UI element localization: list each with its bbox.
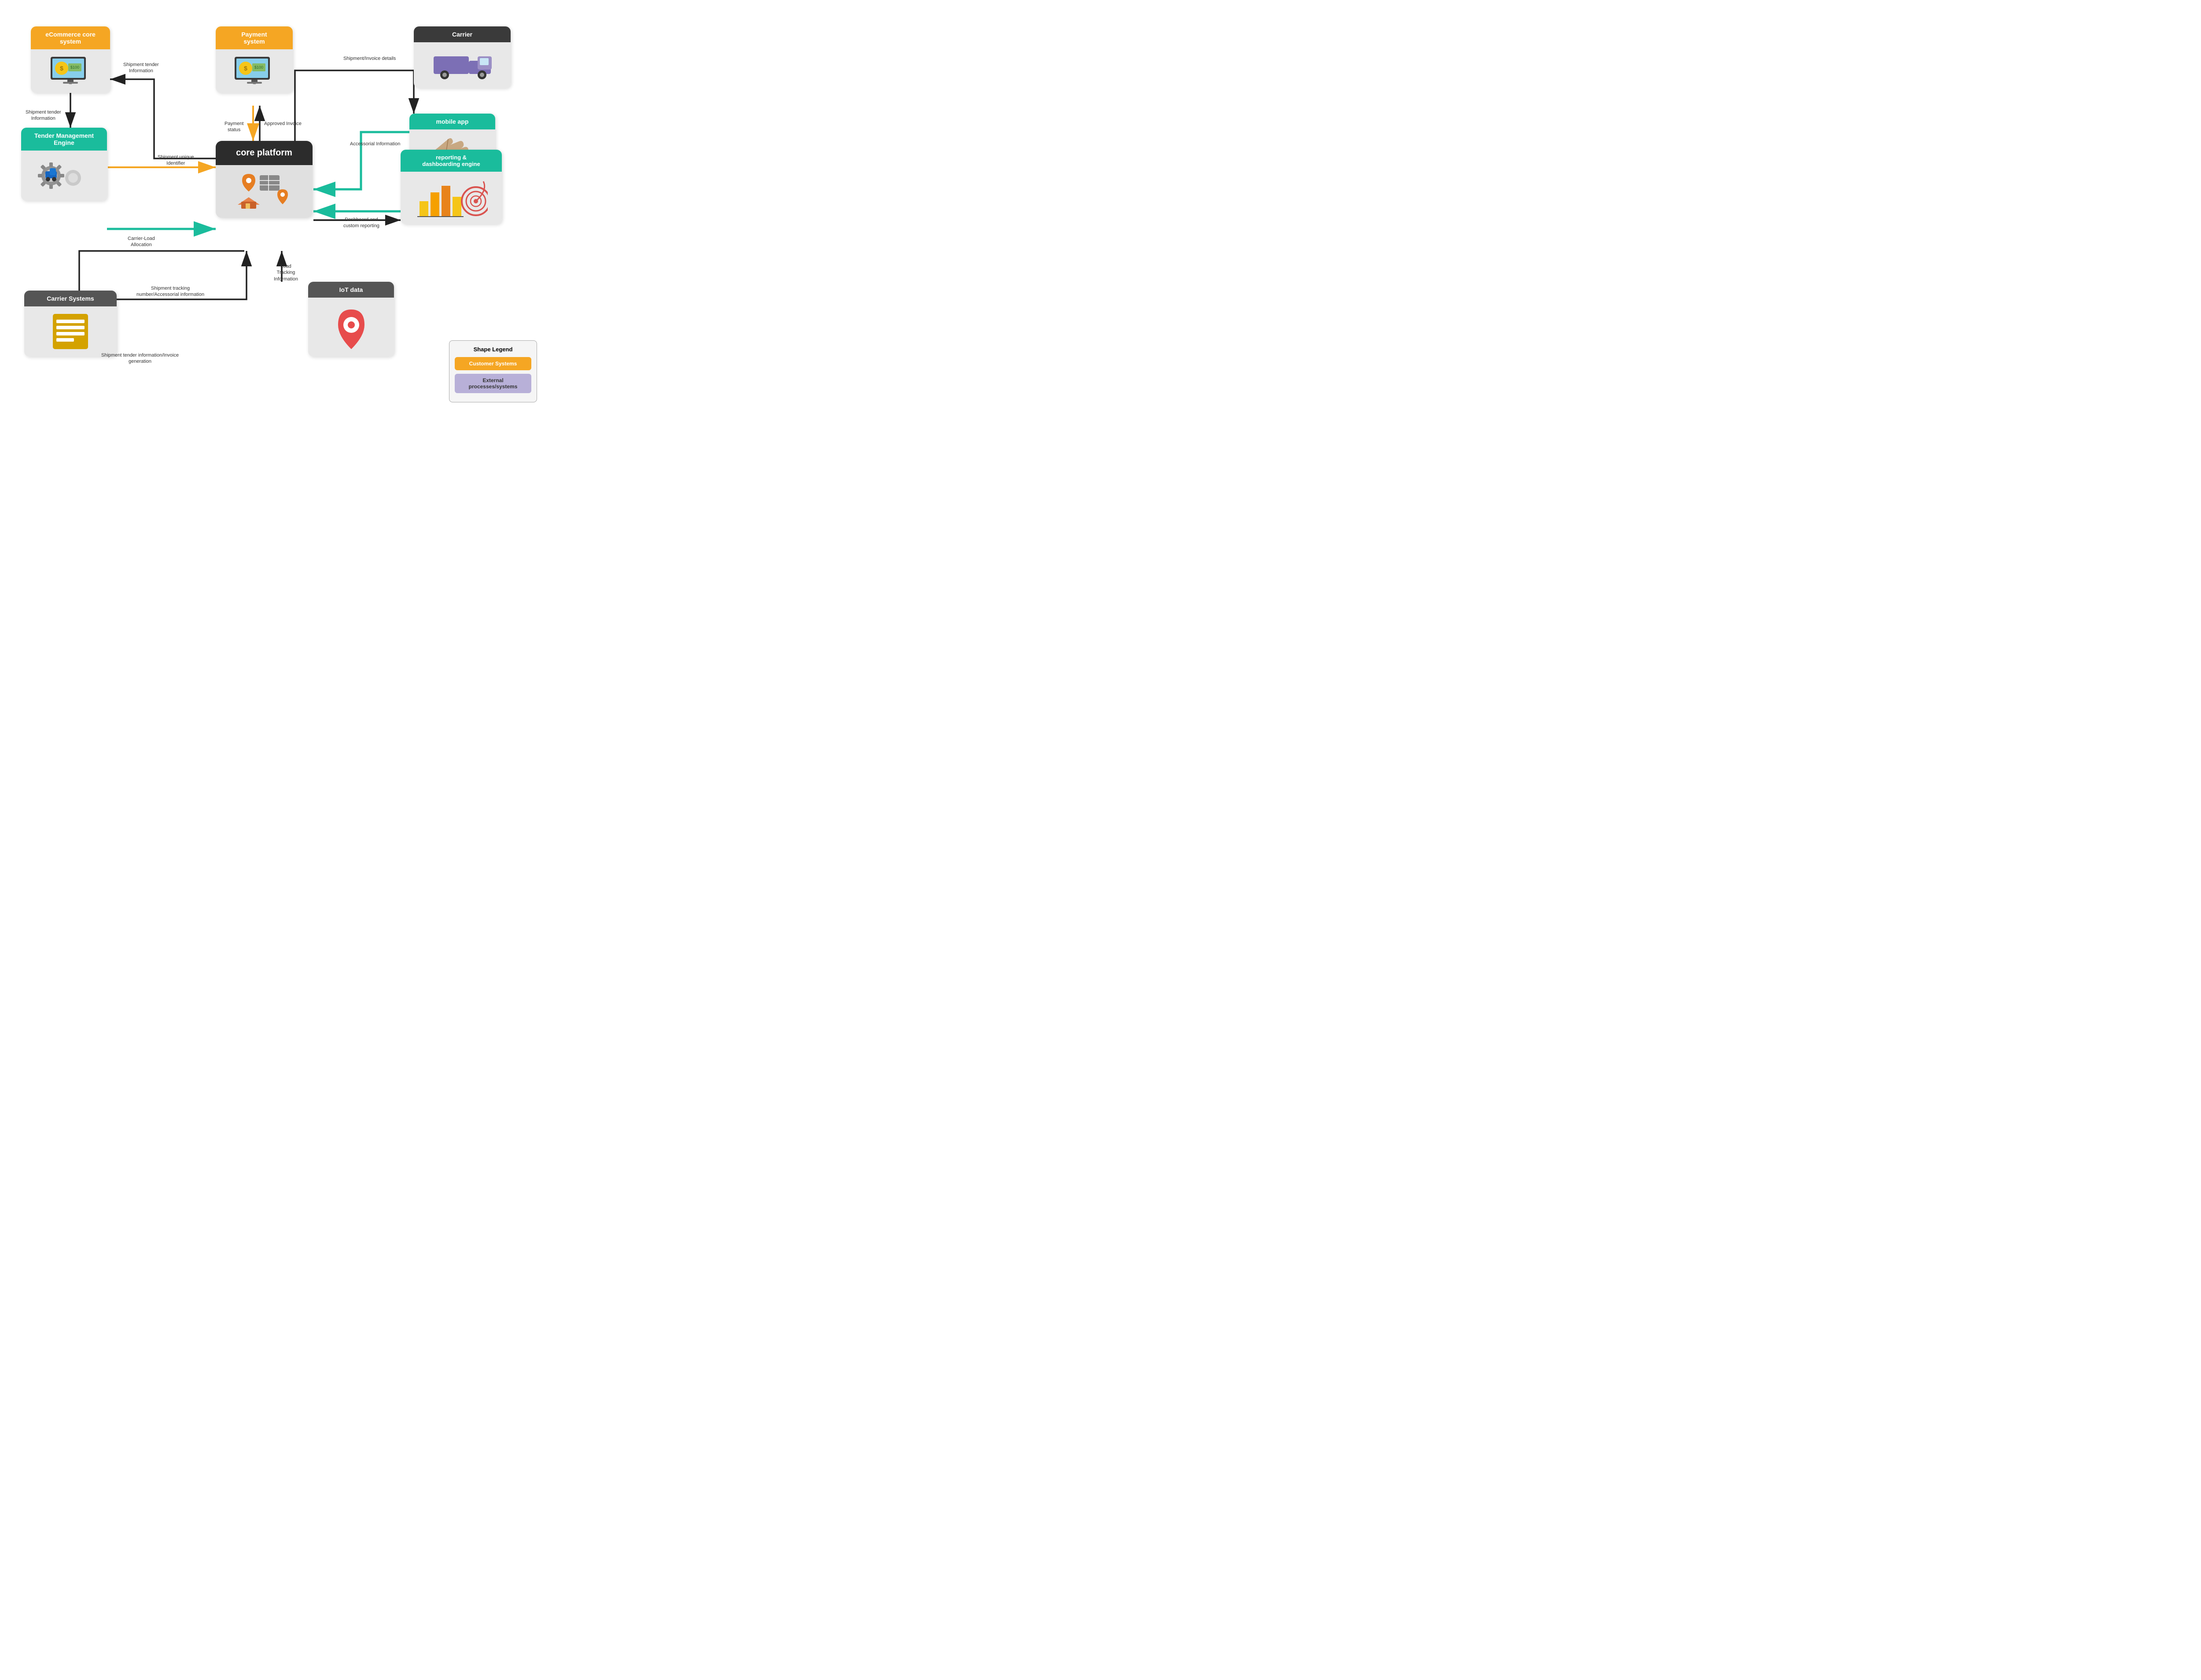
payment-icon: $ $100 ≋ <box>230 55 279 88</box>
mobile-header: mobile app <box>409 114 495 129</box>
tender-icon <box>36 156 93 195</box>
label-shipment-invoice-details: Shipment/Invoice details <box>343 55 396 62</box>
label-approved-invoice: Approved Invoice <box>264 121 302 127</box>
tender-body <box>21 151 107 201</box>
carrier-systems-label: Carrier Systems <box>47 295 94 302</box>
label-load-tracking: LoadTrackingInformation <box>274 263 298 282</box>
ecommerce-label: eCommerce core system <box>45 31 96 45</box>
legend-title: Shape Legend <box>455 346 531 353</box>
iot-label: IoT data <box>339 286 363 293</box>
carrier-header: Carrier <box>414 26 511 42</box>
ecommerce-node: eCommerce core system $ $100 ≋ <box>31 26 110 93</box>
carrier-systems-node: Carrier Systems <box>24 291 117 357</box>
mobile-label: mobile app <box>436 118 469 125</box>
legend-customer-systems: Customer Systems <box>455 357 531 370</box>
carrier-body <box>414 42 511 88</box>
reporting-node: reporting &dashboarding engine <box>401 150 502 224</box>
label-shipment-tracking: Shipment trackingnumber/Accessorial info… <box>136 285 204 298</box>
label-shipment-tender-top: Shipment tenderInformation <box>123 62 159 74</box>
label-accessorial-info: Accessorial Information <box>350 141 400 147</box>
carrier-systems-body <box>24 306 117 357</box>
carrier-label: Carrier <box>452 31 472 38</box>
legend-external-systems: External processes/systems <box>455 374 531 393</box>
label-shipment-tender-invoice: Shipment tender information/Invoicegener… <box>101 352 179 365</box>
legend: Shape Legend Customer Systems External p… <box>449 340 537 402</box>
iot-body <box>308 298 394 357</box>
core-header: core platform <box>216 141 313 165</box>
core-body <box>216 165 313 218</box>
ecommerce-body: $ $100 ≋ <box>31 49 110 93</box>
iot-header: IoT data <box>308 282 394 298</box>
label-shipment-tender-left: Shipment tenderInformation <box>26 109 61 122</box>
payment-node: Paymentsystem $ $100 ≋ <box>216 26 293 93</box>
carrier-icon <box>429 48 495 83</box>
core-label: core platform <box>236 148 292 158</box>
iot-icon <box>323 303 380 351</box>
carrier-systems-header: Carrier Systems <box>24 291 117 306</box>
svg-text:$: $ <box>244 65 247 72</box>
carrier-node: Carrier <box>414 26 511 88</box>
payment-body: $ $100 ≋ <box>216 49 293 93</box>
core-platform-node: core platform <box>216 141 313 218</box>
tender-label: Tender ManagementEngine <box>34 132 94 146</box>
label-shipment-unique: Shipment uniqueIdentifier <box>158 154 194 167</box>
carrier-systems-icon <box>40 312 101 351</box>
reporting-label: reporting &dashboarding engine <box>422 154 480 167</box>
reporting-icon <box>415 177 488 219</box>
tender-header: Tender ManagementEngine <box>21 128 107 151</box>
core-icon <box>229 172 299 211</box>
payment-label: Paymentsystem <box>241 31 267 45</box>
svg-text:$: $ <box>60 65 63 72</box>
diagram-container: eCommerce core system $ $100 ≋ <box>0 0 550 420</box>
label-payment-status: Paymentstatus <box>225 121 243 133</box>
svg-text:$100: $100 <box>70 65 79 70</box>
ecommerce-icon: $ $100 ≋ <box>46 55 95 88</box>
payment-header: Paymentsystem <box>216 26 293 49</box>
tender-node: Tender ManagementEngine <box>21 128 107 201</box>
svg-text:$100: $100 <box>254 65 263 70</box>
label-carrier-load: Carrier-LoadAllocation <box>128 236 155 248</box>
reporting-body <box>401 172 502 224</box>
label-dashboard-reporting: Dashboard andcustom reporting <box>343 217 379 229</box>
ecommerce-header: eCommerce core system <box>31 26 110 49</box>
reporting-header: reporting &dashboarding engine <box>401 150 502 172</box>
iot-node: IoT data <box>308 282 394 357</box>
